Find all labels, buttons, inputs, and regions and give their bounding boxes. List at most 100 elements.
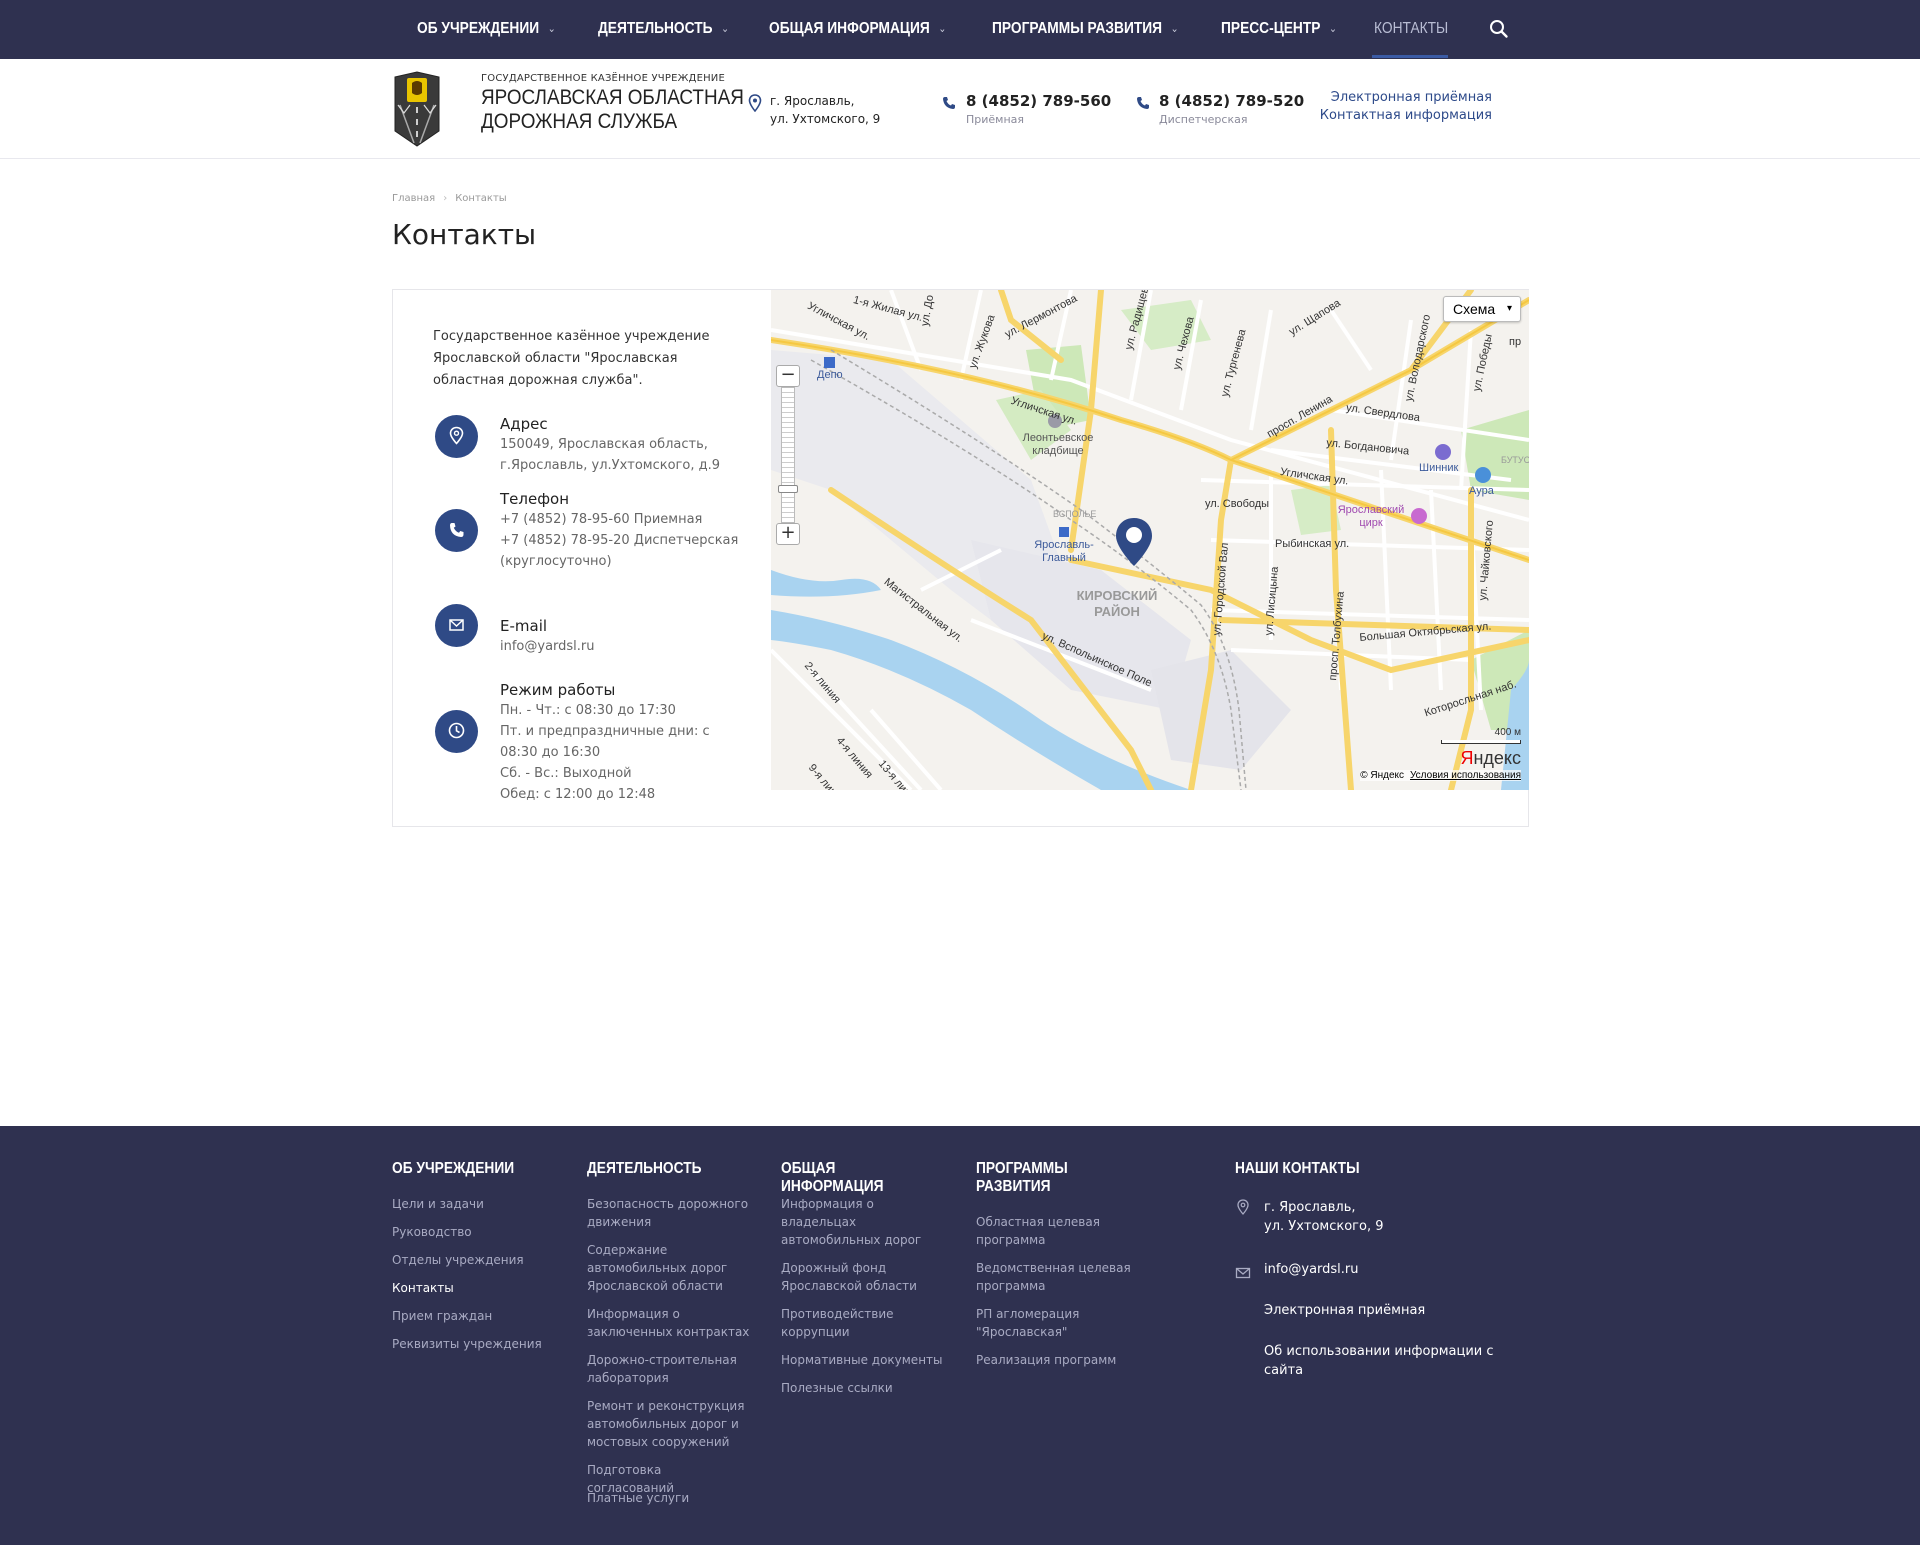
footer-heading-programs[interactable]: ПРОГРАММЫ РАЗВИТИЯ	[976, 1160, 1079, 1196]
map-zoom-control: − +	[776, 365, 800, 545]
footer-link[interactable]: Областная целевая программа	[976, 1213, 1136, 1249]
footer-link[interactable]: Противодействие коррупции	[781, 1305, 931, 1341]
electronic-reception-link[interactable]: Электронная приёмная	[1331, 90, 1492, 105]
footer-link[interactable]: Отделы учреждения	[392, 1251, 562, 1269]
footer-usage-link[interactable]: Об использовании информации с сайта	[1264, 1342, 1494, 1380]
footer-link[interactable]: Ремонт и реконструкция автомобильных дор…	[587, 1397, 752, 1451]
clock-icon	[448, 722, 465, 739]
org-description: Государственное казённое учреждение Ярос…	[433, 329, 710, 388]
header-address: г. Ярославль, ул. Ухтомского, 9	[770, 92, 910, 128]
chevron-down-icon: ⌄	[721, 23, 730, 35]
envelope-icon	[1235, 1267, 1251, 1279]
nav-item-programs[interactable]: ПРОГРАММЫ РАЗВИТИЯ ⌄	[992, 0, 1179, 59]
phone-icon	[1137, 97, 1149, 109]
envelope-icon	[449, 619, 464, 631]
address-icon-badge	[435, 415, 478, 458]
footer-link[interactable]: Информация о владельцах автомобильных до…	[781, 1195, 931, 1249]
page-title: Контакты	[392, 218, 537, 251]
nav-item-press[interactable]: ПРЕСС-ЦЕНТР ⌄	[1221, 0, 1337, 59]
yandex-logo[interactable]: Яндекс	[1460, 748, 1521, 769]
email-link[interactable]: info@yardsl.ru	[500, 639, 595, 654]
phone-reception[interactable]: 8 (4852) 789-560	[966, 92, 1111, 110]
footer-link[interactable]: РП агломерация "Ярославская"	[976, 1305, 1136, 1341]
terms-link[interactable]: Условия использования	[1410, 770, 1521, 781]
footer-link-active[interactable]: Контакты	[392, 1279, 562, 1297]
map-poi-label: Ярославль-Главный	[1034, 539, 1094, 564]
map-marker-icon[interactable]	[1113, 516, 1155, 568]
contacts-panel: Государственное казённое учреждение Ярос…	[392, 289, 1529, 827]
map-poi-label: Депо	[817, 369, 843, 381]
site-footer: ОБ УЧРЕЖДЕНИИ Цели и задачи Руководство …	[0, 1126, 1920, 1545]
chevron-right-icon: ›	[443, 193, 448, 204]
footer-link[interactable]: Прием граждан	[392, 1307, 562, 1325]
location-pin-icon	[1237, 1199, 1249, 1215]
footer-link[interactable]: Реализация программ	[976, 1351, 1136, 1369]
site-header: ГОСУДАРСТВЕННОЕ КАЗЁННОЕ УЧРЕЖДЕНИЕ ЯРОС…	[0, 59, 1920, 159]
nav-item-general-info[interactable]: ОБЩАЯ ИНФОРМАЦИЯ ⌄	[769, 0, 946, 59]
footer-link[interactable]: Цели и задачи	[392, 1195, 562, 1213]
map-street-label: ул. Свободы	[1205, 498, 1270, 510]
yandex-map[interactable]: Угличская ул. 1-я Жилая ул. ул. До ул. Ж…	[771, 290, 1529, 790]
map-scale-bar	[1441, 740, 1521, 744]
map-poi-label: Ярославский цирк	[1337, 504, 1405, 529]
nav-item-activity[interactable]: ДЕЯТЕЛЬНОСТЬ ⌄	[598, 0, 729, 59]
footer-heading-contacts: НАШИ КОНТАКТЫ	[1235, 1160, 1360, 1177]
hours-icon-badge	[435, 710, 478, 753]
nav-item-contacts[interactable]: КОНТАКТЫ	[1374, 0, 1448, 59]
phone-heading: Телефон	[500, 490, 570, 508]
footer-heading-general-info[interactable]: ОБЩАЯ ИНФОРМАЦИЯ	[781, 1160, 927, 1196]
footer-link[interactable]: Содержание автомобильных дорог Ярославск…	[587, 1241, 752, 1295]
footer-link[interactable]: Ведомственная целевая программа	[976, 1259, 1136, 1295]
address-line: г. Ярославль,	[770, 94, 855, 108]
footer-heading-about[interactable]: ОБ УЧРЕЖДЕНИИ	[392, 1160, 538, 1178]
map-street-label: Рыбинская ул.	[1275, 538, 1350, 550]
contact-info-link[interactable]: Контактная информация	[1320, 108, 1492, 123]
email-icon-badge	[435, 604, 478, 647]
dropdown-arrow-icon: ▾	[1506, 303, 1512, 314]
breadcrumb-home[interactable]: Главная	[392, 193, 435, 204]
chevron-down-icon: ⌄	[938, 23, 947, 35]
nav-item-label: ДЕЯТЕЛЬНОСТЬ	[598, 20, 713, 37]
zoom-in-button[interactable]: +	[776, 523, 800, 545]
footer-link[interactable]: Платные услуги	[587, 1489, 752, 1507]
phone-text[interactable]: +7 (4852) 78-95-20 Диспетчерская	[500, 533, 738, 548]
map-poi-label: Аура	[1469, 485, 1494, 497]
zoom-slider-track[interactable]	[781, 387, 795, 523]
phone-icon-badge	[435, 509, 478, 552]
footer-link[interactable]: Полезные ссылки	[781, 1379, 931, 1397]
footer-link[interactable]: Нормативные документы	[781, 1351, 951, 1369]
phone-dispatch[interactable]: 8 (4852) 789-520	[1159, 92, 1304, 110]
footer-address: г. Ярославль, ул. Ухтомского, 9	[1264, 1198, 1504, 1236]
copyright-text: © Яндекс	[1360, 770, 1404, 781]
address-text: 150049, Ярославская область,	[500, 437, 708, 452]
nav-item-about[interactable]: ОБ УЧРЕЖДЕНИИ ⌄	[417, 0, 556, 59]
map-poi-label: Леонтьевское кладбище	[1022, 432, 1094, 457]
phone-text[interactable]: +7 (4852) 78-95-60 Приемная	[500, 512, 702, 527]
phone-note: (круглосуточно)	[500, 554, 612, 569]
footer-address-line: г. Ярославль,	[1264, 1200, 1356, 1215]
footer-link[interactable]: Информация о заключенных контрактах	[587, 1305, 752, 1341]
footer-heading-activity[interactable]: ДЕЯТЕЛЬНОСТЬ	[587, 1160, 733, 1178]
footer-address-line: ул. Ухтомского, 9	[1264, 1219, 1384, 1234]
footer-reception-link[interactable]: Электронная приёмная	[1264, 1301, 1504, 1320]
zoom-slider-thumb[interactable]	[778, 485, 798, 493]
top-navigation: ОБ УЧРЕЖДЕНИИ ⌄ ДЕЯТЕЛЬНОСТЬ ⌄ ОБЩАЯ ИНФОР…	[0, 0, 1920, 59]
footer-link[interactable]: Руководство	[392, 1223, 562, 1241]
map-scale-label: 400 м	[1494, 727, 1521, 738]
chevron-down-icon: ⌄	[1329, 23, 1337, 35]
zoom-out-button[interactable]: −	[776, 365, 800, 387]
map-area-label: ВСПОЛЬЕ	[1053, 509, 1097, 519]
footer-link[interactable]: Дорожно-строительная лаборатория	[587, 1351, 752, 1387]
search-icon[interactable]	[1488, 18, 1510, 40]
chevron-down-icon: ⌄	[547, 23, 556, 35]
footer-link[interactable]: Дорожный фонд Ярославской области	[781, 1259, 931, 1295]
footer-link[interactable]: Реквизиты учреждения	[392, 1335, 562, 1353]
address-heading: Адрес	[500, 415, 548, 433]
footer-link[interactable]: Безопасность дорожного движения	[587, 1195, 752, 1231]
map-area-label: БУТУС	[1501, 455, 1529, 465]
footer-email-link[interactable]: info@yardsl.ru	[1264, 1260, 1504, 1279]
map-type-dropdown[interactable]: Схема ▾	[1443, 296, 1521, 322]
logo-emblem-icon[interactable]	[392, 71, 442, 147]
map-copyright: © Яндекс Условия использования	[1360, 770, 1521, 781]
hours-text: 08:30 до 16:30	[500, 745, 601, 760]
